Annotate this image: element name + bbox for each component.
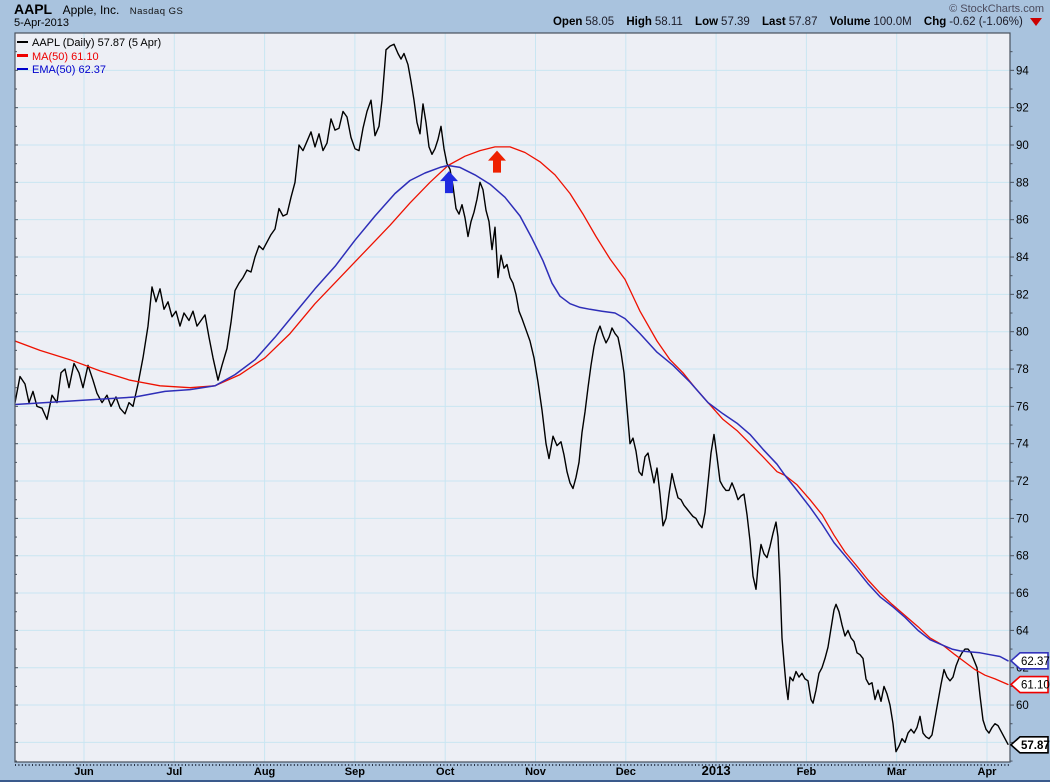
- price-tag-61.10: 61.10: [1009, 675, 1050, 694]
- price-line-swatch-icon: [17, 40, 28, 44]
- month-label: Mar: [887, 766, 907, 778]
- y-axis-label: 92: [1016, 103, 1029, 115]
- price-tag-value: 61.10: [1021, 680, 1050, 692]
- ma50-line-swatch-icon: [17, 54, 28, 57]
- month-label: Feb: [797, 766, 817, 778]
- y-axis-label: 88: [1016, 177, 1029, 189]
- y-axis-label: 90: [1016, 140, 1029, 152]
- month-label: Oct: [436, 766, 455, 778]
- ema50-line-swatch-icon: [17, 67, 28, 71]
- y-axis-label: 80: [1016, 327, 1029, 339]
- legend-ema50-label: EMA(50) 62.37: [32, 64, 106, 76]
- legend-ma50-label: MA(50) 61.10: [32, 50, 99, 63]
- stockcharts-chart-page: AAPL Apple, Inc. Nasdaq GS © StockCharts…: [0, 0, 1050, 782]
- legend-item-ema50: EMA(50) 62.37: [17, 64, 161, 78]
- month-label: Dec: [616, 766, 636, 778]
- y-axis-label: 64: [1016, 625, 1029, 637]
- legend-item-ma50: MA(50) 61.10: [17, 51, 161, 65]
- y-axis-label: 66: [1016, 588, 1029, 600]
- plot-area: [15, 33, 1010, 762]
- y-axis-label: 60: [1016, 700, 1029, 712]
- price-tag-57.87: 57.87: [1009, 736, 1050, 754]
- chart-legend: AAPL (Daily) 57.87 (5 Apr) MA(50) 61.10 …: [17, 37, 161, 78]
- y-axis-label: 76: [1016, 401, 1029, 413]
- y-axis-label: 68: [1016, 551, 1029, 563]
- price-tag-value: 57.87: [1021, 740, 1050, 752]
- month-label: Jul: [166, 766, 182, 778]
- price-tag-value: 62.37: [1021, 656, 1050, 668]
- price-chart-canvas: 58606264666870727476788082848688909294Ju…: [14, 32, 1050, 778]
- y-axis-label: 74: [1016, 439, 1029, 451]
- month-label: Aug: [254, 766, 275, 778]
- month-label: Sep: [345, 766, 365, 778]
- y-axis-label: 86: [1016, 215, 1029, 227]
- month-label: Apr: [978, 766, 998, 778]
- month-label: 2013: [702, 763, 731, 778]
- y-axis-label: 72: [1016, 476, 1029, 488]
- y-axis-label: 78: [1016, 364, 1029, 376]
- y-axis-label: 84: [1016, 252, 1029, 264]
- month-label: Nov: [525, 766, 547, 778]
- legend-price-label: AAPL (Daily) 57.87 (5 Apr): [32, 37, 162, 49]
- y-axis-label: 82: [1016, 289, 1029, 301]
- month-label: Jun: [74, 766, 94, 778]
- price-tag-62.37: 62.37: [1009, 652, 1050, 670]
- y-axis-label: 94: [1016, 65, 1029, 77]
- y-axis-label: 70: [1016, 513, 1029, 525]
- legend-item-price: AAPL (Daily) 57.87 (5 Apr): [17, 37, 161, 51]
